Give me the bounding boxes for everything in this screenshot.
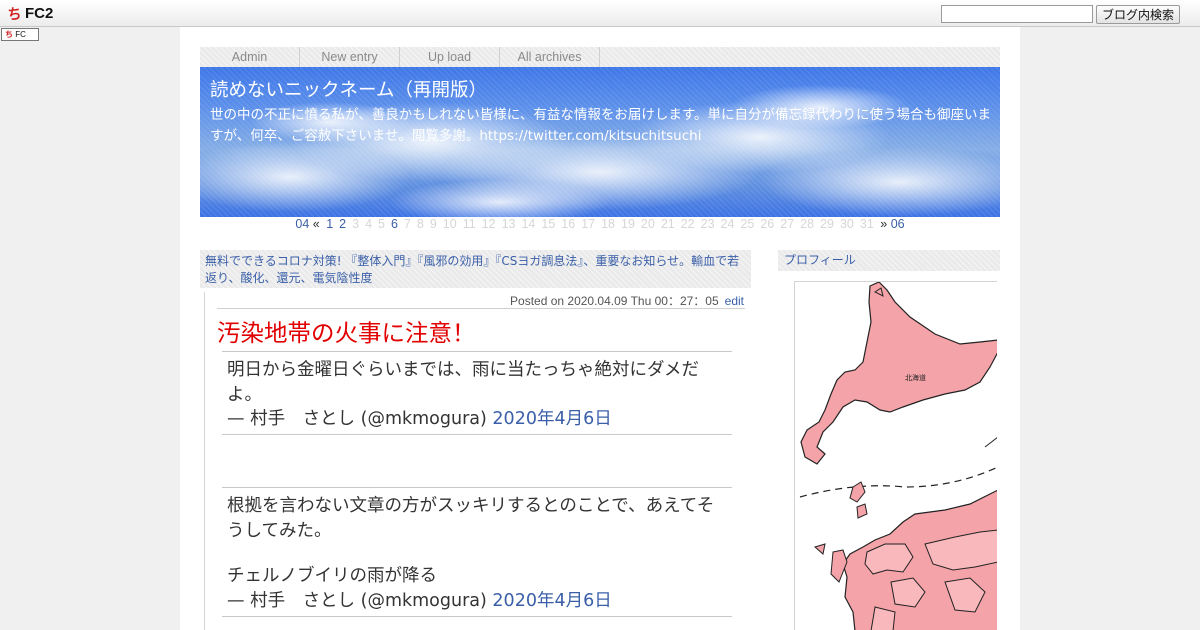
sidebar-profile-title: プロフィール <box>778 250 1000 271</box>
pager-day: 18 <box>601 217 616 231</box>
pager-day: 19 <box>621 217 635 231</box>
tweet-text: 根拠を言わない文章の方がスッキリするとのことで、あえてそうしてみた。 <box>227 496 715 541</box>
fc2-badge-icon: ち <box>5 30 13 39</box>
blog-search-button[interactable]: ブログ内検索 <box>1096 5 1180 24</box>
japan-map-image: 北海道 <box>799 282 997 630</box>
pager-day: 30 <box>839 217 854 231</box>
nav-upload[interactable]: Up load <box>400 47 500 67</box>
posted-date: Posted on 2020.04.09 Thu 00：27：05 <box>510 294 719 308</box>
pager-day: 12 <box>481 217 496 231</box>
pager-day: 29 <box>820 217 834 231</box>
tweet-quote: 根拠を言わない文章の方がスッキリするとのことで、あえてそうしてみた。 チェルノブ… <box>222 487 732 617</box>
pager-day: 11 <box>462 217 476 231</box>
blog-title[interactable]: 読めないニックネーム（再開版） <box>210 76 487 102</box>
fc2-logo-icon: ち <box>7 6 22 23</box>
pager-day: 4 <box>365 217 373 231</box>
pager-day: 28 <box>800 217 815 231</box>
pager-next-arrow[interactable]: » <box>880 217 887 231</box>
blog-entry: Posted on 2020.04.09 Thu 00：27：05 edit 汚染… <box>204 292 745 630</box>
pager-day: 20 <box>640 217 655 231</box>
pager-next-month[interactable]: 06 <box>891 217 905 231</box>
fc2-logo[interactable]: ち FC2 <box>6 4 54 23</box>
pager-day: 9 <box>429 217 437 231</box>
pager-day: 14 <box>521 217 536 231</box>
calendar-pager: 04 « 1 2 3 4 5 6 7 8 9 10 11 12 13 14 15 16 17 18 19 20 21 22… <box>200 217 1000 232</box>
pager-day: 25 <box>740 217 755 231</box>
pager-day[interactable]: 2 <box>339 217 346 231</box>
tweet-spacer <box>227 543 727 564</box>
fc2-badge-label: FC <box>15 30 26 39</box>
pager-days: 1 2 3 4 5 6 7 8 9 10 11 12 13 14 15 16 17 18 19 20 21 22 23 24 2… <box>323 217 877 231</box>
pager-day: 7 <box>403 217 411 231</box>
entry-divider <box>217 308 745 309</box>
pager-day: 21 <box>660 217 675 231</box>
pager-day: 17 <box>581 217 596 231</box>
tweet-attribution: — 村手 さとし (@mkmogura) 2020年4月6日 <box>227 589 727 614</box>
pager-day: 15 <box>541 217 556 231</box>
tweet-attribution: — 村手 さとし (@mkmogura) 2020年4月6日 <box>227 407 727 432</box>
pager-day: 24 <box>720 217 735 231</box>
pager-day: 23 <box>700 217 715 231</box>
fc2-logo-text: FC2 <box>25 5 54 22</box>
map-divider-line <box>799 466 997 498</box>
pager-day: 3 <box>352 217 360 231</box>
pager-day: 8 <box>416 217 424 231</box>
pager-prev-arrow[interactable]: « <box>313 217 320 231</box>
entry-title[interactable]: 汚染地帯の火事に注意！ <box>217 314 476 348</box>
tweet-date-link[interactable]: 2020年4月6日 <box>492 591 611 611</box>
nav-all-archives[interactable]: All archives <box>500 47 600 67</box>
pager-day: 13 <box>501 217 516 231</box>
pager-day[interactable]: 6 <box>391 217 398 231</box>
tweet-date-link[interactable]: 2020年4月6日 <box>492 409 611 429</box>
tweet-text: チェルノブイリの雨が降る <box>227 566 437 586</box>
tweet-author: — 村手 さとし (@mkmogura) <box>227 590 487 611</box>
fc2-toolbar: ち FC2 ブログ内検索 <box>0 0 1200 27</box>
pager-day: 16 <box>561 217 576 231</box>
blog-description: 世の中の不正に憤る私が、善良かもしれない皆様に、有益な情報をお届けします。単に自… <box>210 107 991 144</box>
pager-day: 31 <box>859 217 874 231</box>
fc2-badge[interactable]: ち FC <box>1 28 39 41</box>
tweet-author: — 村手 さとし (@mkmogura) <box>227 409 487 429</box>
profile-image[interactable]: 北海道 <box>794 281 997 630</box>
pager-prev-month[interactable]: 04 <box>295 217 309 231</box>
nav-new-entry[interactable]: New entry <box>300 47 400 67</box>
edit-link[interactable]: edit <box>725 294 744 308</box>
tweet-text: 明日から金曜日ぐらいまでは、雨に当たっちゃ絶対にダメだよ。 <box>227 360 699 405</box>
tweet-quote: 明日から金曜日ぐらいまでは、雨に当たっちゃ絶対にダメだよ。 — 村手 さとし (… <box>222 351 732 435</box>
nav-admin[interactable]: Admin <box>200 47 300 67</box>
pager-day: 5 <box>378 217 385 231</box>
top-nav: Admin New entry Up load All archives <box>200 47 1000 67</box>
pager-day: 22 <box>680 217 695 231</box>
notice-banner[interactable]: 無料でできるコロナ対策! 『整体入門』『風邪の効用』『CSヨガ調息法』、重要なお… <box>200 250 751 288</box>
entry-meta: Posted on 2020.04.09 Thu 00：27：05 edit <box>510 292 744 309</box>
blog-page: Admin New entry Up load All archives 読めな… <box>180 27 1020 630</box>
hokkaido-label: 北海道 <box>905 373 926 382</box>
pager-day: 26 <box>760 217 775 231</box>
blog-header: 読めないニックネーム（再開版） 世の中の不正に憤る私が、善良かもしれない皆様に、… <box>200 67 1000 217</box>
pager-day: 27 <box>780 217 795 231</box>
hokkaido-shape <box>800 282 997 465</box>
pager-day[interactable]: 1 <box>326 217 333 231</box>
blog-search-input[interactable] <box>941 5 1093 23</box>
pager-day: 10 <box>442 217 457 231</box>
